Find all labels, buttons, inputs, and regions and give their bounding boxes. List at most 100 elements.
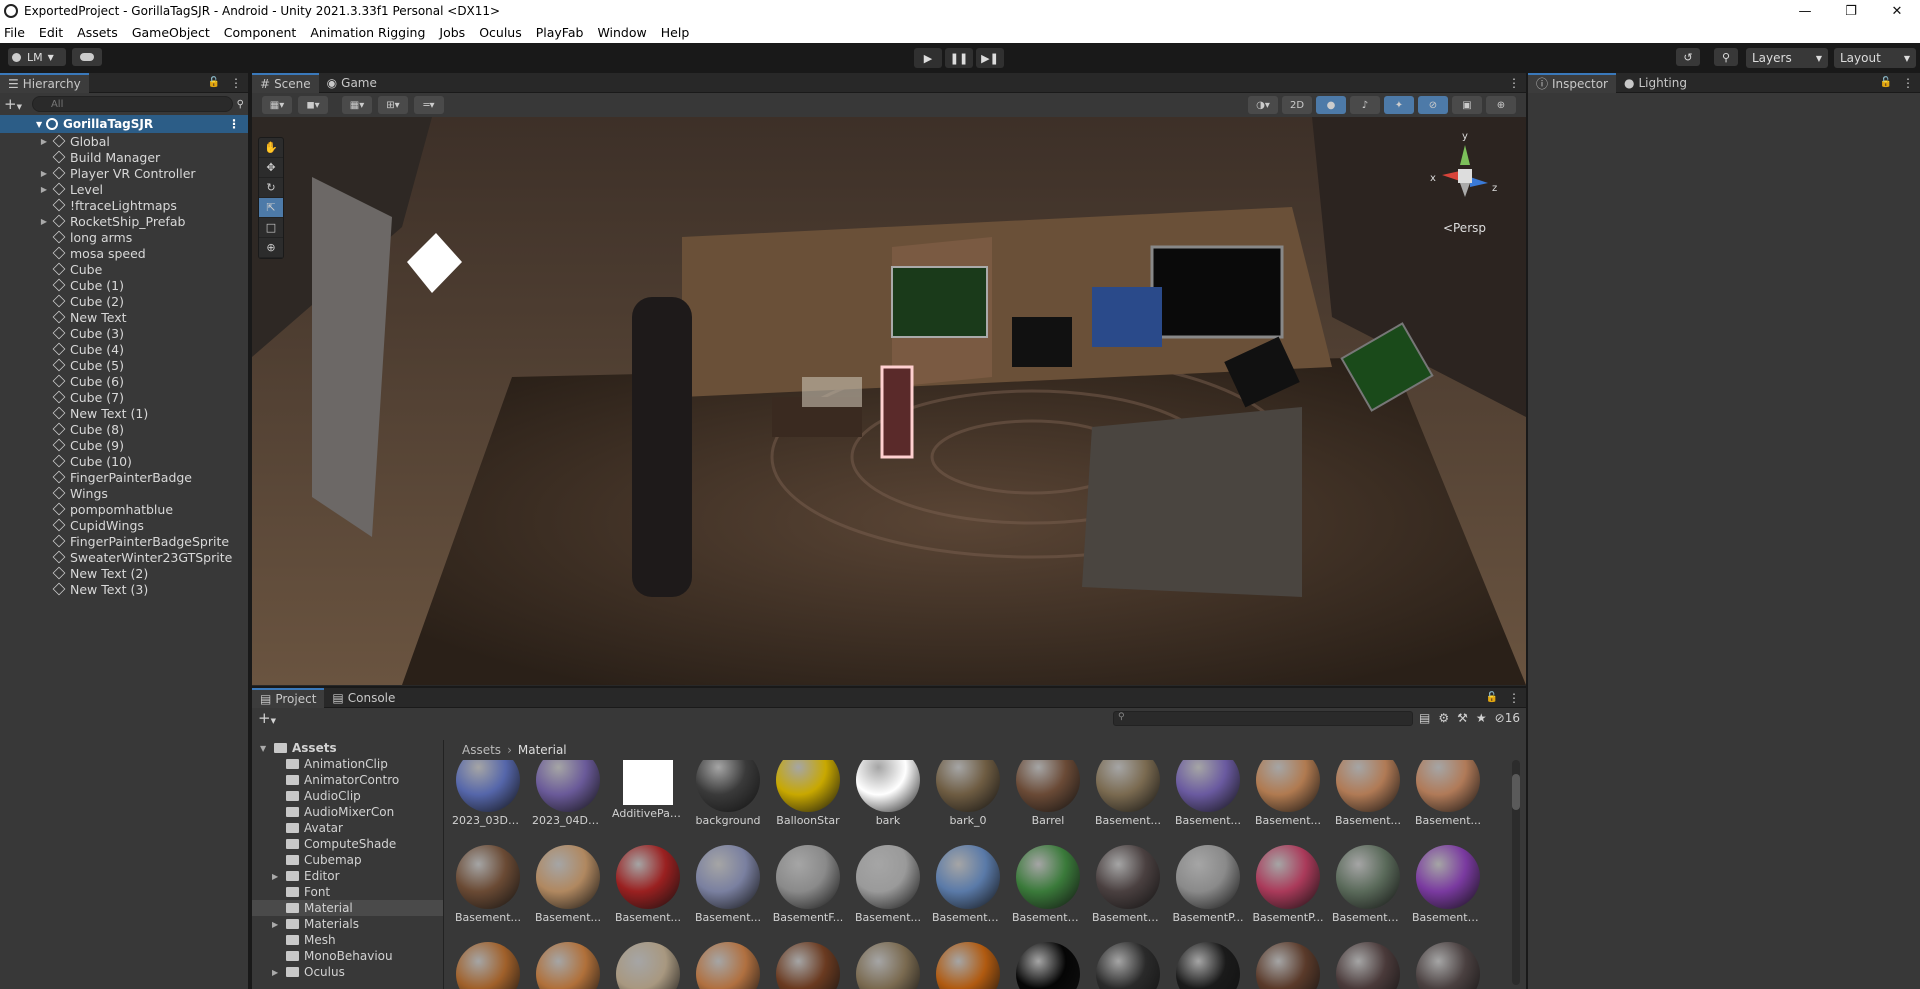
project-folder-row[interactable]: ▼ Assets bbox=[252, 740, 443, 756]
search-button[interactable]: ⚲ bbox=[1714, 48, 1738, 66]
asset-tile[interactable]: background bbox=[692, 760, 764, 827]
layers-dropdown[interactable]: Layers ▼ bbox=[1746, 48, 1828, 68]
orientation-gizmo[interactable]: y x z bbox=[1430, 125, 1500, 225]
expand-arrow-icon[interactable]: ▶ bbox=[272, 968, 282, 977]
grid-snap-dropdown[interactable]: ▦▾ bbox=[342, 96, 372, 114]
lock-icon[interactable]: 🔓 bbox=[208, 77, 220, 88]
search-by-type-icon[interactable]: ▤ bbox=[1419, 711, 1430, 725]
tab-game[interactable]: ◉ Game bbox=[319, 73, 385, 93]
menu-gameobject[interactable]: GameObject bbox=[132, 25, 210, 40]
hierarchy-search-input[interactable]: All bbox=[31, 96, 233, 112]
asset-tile[interactable]: bark bbox=[852, 760, 924, 827]
more-options-icon[interactable]: ⋮ bbox=[230, 76, 242, 90]
lighting-toggle[interactable]: ● bbox=[1316, 96, 1346, 114]
hierarchy-item[interactable]: Cube (2) bbox=[38, 293, 248, 309]
search-options-icon[interactable]: ⚲ bbox=[237, 99, 244, 110]
draw-mode-dropdown[interactable]: ▦▾ bbox=[262, 96, 292, 114]
star-icon[interactable]: ★ bbox=[1476, 711, 1487, 725]
asset-tile[interactable]: Basement... bbox=[532, 845, 604, 924]
hierarchy-item[interactable]: New Text (2) bbox=[38, 565, 248, 581]
hierarchy-item[interactable]: CupidWings bbox=[38, 517, 248, 533]
scene-viewport[interactable]: ✋ ✥ ↻ ⇱ □ ⊕ y x z <Persp bbox=[252, 117, 1526, 685]
project-search-input[interactable]: ⚲ bbox=[1113, 710, 1414, 726]
projection-label[interactable]: <Persp bbox=[1443, 221, 1486, 235]
asset-tile[interactable]: BasementR... bbox=[1332, 845, 1404, 924]
asset-tile[interactable]: bark_0 bbox=[932, 760, 1004, 827]
hierarchy-item[interactable]: Cube (6) bbox=[38, 373, 248, 389]
create-asset-button[interactable]: +▼ bbox=[258, 709, 276, 727]
menu-component[interactable]: Component bbox=[224, 25, 297, 40]
undo-history-button[interactable]: ↺ bbox=[1676, 48, 1700, 66]
asset-tile[interactable] bbox=[1012, 942, 1084, 989]
transform-tool-button[interactable]: ⊕ bbox=[259, 238, 283, 258]
scene-root-row[interactable]: ▼ GorillaTagSJR ⋮ bbox=[0, 115, 248, 133]
asset-tile[interactable]: AdditivePart... bbox=[612, 760, 684, 820]
project-folder-row[interactable]: ▶ Oculus bbox=[252, 964, 443, 980]
project-folder-row[interactable]: Cubemap bbox=[252, 852, 443, 868]
rotate-tool-button[interactable]: ↻ bbox=[259, 178, 283, 198]
scrollbar-thumb[interactable] bbox=[1512, 774, 1520, 810]
pause-button[interactable]: ❚❚ bbox=[945, 48, 973, 68]
tab-project[interactable]: ▤ Project bbox=[252, 687, 325, 708]
render-mode-dropdown[interactable]: ◼▾ bbox=[298, 96, 328, 114]
menu-file[interactable]: File bbox=[4, 25, 25, 40]
hierarchy-item[interactable]: New Text bbox=[38, 309, 248, 325]
lock-icon[interactable]: 🔓 bbox=[1880, 77, 1892, 88]
hierarchy-item[interactable]: FingerPainterBadge bbox=[38, 469, 248, 485]
asset-tile[interactable]: BasementR... bbox=[1412, 845, 1484, 924]
expand-arrow-icon[interactable]: ▼ bbox=[36, 120, 42, 129]
more-options-icon[interactable]: ⋮ bbox=[1508, 691, 1520, 705]
breadcrumb-assets[interactable]: Assets bbox=[462, 743, 501, 757]
hierarchy-item[interactable]: FingerPainterBadgeSprite bbox=[38, 533, 248, 549]
project-folder-row[interactable]: ComputeShade bbox=[252, 836, 443, 852]
tab-scene[interactable]: # Scene bbox=[252, 72, 319, 93]
audio-toggle[interactable]: ♪ bbox=[1350, 96, 1380, 114]
camera-settings-dropdown[interactable]: ▣ bbox=[1452, 96, 1482, 114]
asset-tile[interactable]: Basement... bbox=[1412, 760, 1484, 827]
asset-tile[interactable]: Basement... bbox=[1252, 760, 1324, 827]
scale-tool-button[interactable]: ⇱ bbox=[259, 198, 283, 218]
hierarchy-item[interactable]: Cube (5) bbox=[38, 357, 248, 373]
account-dropdown[interactable]: LM ▼ bbox=[8, 48, 66, 66]
hierarchy-item[interactable]: ▶ RocketShip_Prefab bbox=[38, 213, 248, 229]
project-folder-row[interactable]: Material bbox=[252, 900, 443, 916]
asset-tile[interactable]: 2023_04Du... bbox=[532, 760, 604, 827]
play-button[interactable]: ▶ bbox=[914, 48, 942, 68]
hierarchy-item[interactable]: SweaterWinter23GTSprite bbox=[38, 549, 248, 565]
menu-help[interactable]: Help bbox=[661, 25, 690, 40]
asset-tile[interactable]: Basement... bbox=[1332, 760, 1404, 827]
asset-tile[interactable] bbox=[612, 942, 684, 989]
asset-tile[interactable] bbox=[1172, 942, 1244, 989]
close-button[interactable]: ✕ bbox=[1874, 0, 1920, 22]
hierarchy-item[interactable]: ▶ Global bbox=[38, 133, 248, 149]
expand-arrow-icon[interactable]: ▶ bbox=[272, 872, 282, 881]
rect-tool-button[interactable]: □ bbox=[259, 218, 283, 238]
project-folder-row[interactable]: ▶ Materials bbox=[252, 916, 443, 932]
tag-icon[interactable]: ⚒ bbox=[1457, 711, 1468, 725]
asset-tile[interactable]: BasementP... bbox=[1172, 845, 1244, 924]
asset-tile[interactable]: Barrel bbox=[1012, 760, 1084, 827]
asset-tile[interactable] bbox=[692, 942, 764, 989]
expand-arrow-icon[interactable]: ▶ bbox=[38, 185, 50, 194]
asset-tile[interactable]: Basement... bbox=[692, 845, 764, 924]
hierarchy-item[interactable]: Cube (7) bbox=[38, 389, 248, 405]
asset-tile[interactable]: BasementL... bbox=[1092, 845, 1164, 924]
effects-dropdown[interactable]: ✦ bbox=[1384, 96, 1414, 114]
expand-arrow-icon[interactable]: ▶ bbox=[272, 920, 282, 929]
move-tool-button[interactable]: ✥ bbox=[259, 158, 283, 178]
asset-tile[interactable]: 2023_03Du... bbox=[452, 760, 524, 827]
hierarchy-item[interactable]: Cube (8) bbox=[38, 421, 248, 437]
hierarchy-item[interactable]: Cube (9) bbox=[38, 437, 248, 453]
asset-tile[interactable]: Basement... bbox=[852, 845, 924, 924]
expand-arrow-icon[interactable]: ▶ bbox=[38, 169, 50, 178]
hierarchy-item[interactable]: Wings bbox=[38, 485, 248, 501]
asset-grid-scrollbar[interactable] bbox=[1512, 760, 1520, 985]
expand-arrow-icon[interactable]: ▶ bbox=[38, 137, 50, 146]
tab-console[interactable]: ▤ Console bbox=[324, 688, 403, 708]
expand-arrow-icon[interactable]: ▶ bbox=[38, 217, 50, 226]
hidden-objects-toggle[interactable]: ⊘ bbox=[1418, 96, 1448, 114]
asset-tile[interactable] bbox=[932, 942, 1004, 989]
layout-dropdown[interactable]: Layout ▼ bbox=[1834, 48, 1916, 68]
asset-tile[interactable] bbox=[772, 942, 844, 989]
menu-assets[interactable]: Assets bbox=[77, 25, 118, 40]
